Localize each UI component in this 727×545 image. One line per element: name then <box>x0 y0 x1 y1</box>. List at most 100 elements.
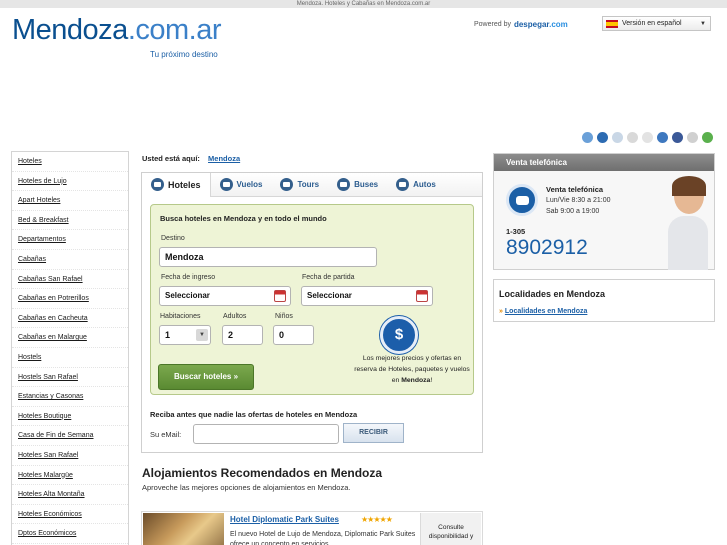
tab-autos[interactable]: Autos <box>387 173 445 197</box>
tab-label: Tours <box>297 180 320 189</box>
email-input[interactable] <box>193 424 339 444</box>
language-value: Versión en español <box>622 20 682 27</box>
rooms-label: Habitaciones <box>160 313 201 320</box>
calendar-icon[interactable] <box>416 290 428 302</box>
reddit-icon[interactable] <box>612 132 623 143</box>
checkin-value: Seleccionar <box>165 291 210 300</box>
sidebar-item-estancias[interactable]: Estancias y Casonas <box>12 387 128 407</box>
sidebar-item-hoteles[interactable]: Hoteles <box>12 152 128 172</box>
sidebar-item-cabanas[interactable]: Cabañas <box>12 250 128 270</box>
checkout-label: Fecha de partida <box>302 274 355 281</box>
sidebar-item-hostels[interactable]: Hostels <box>12 348 128 368</box>
yahoo-icon[interactable] <box>642 132 653 143</box>
car-icon <box>396 178 410 191</box>
phone-sales-header: Venta telefónica <box>494 154 714 171</box>
sidebar-item-cabanas-san-rafael[interactable]: Cabañas San Rafael <box>12 270 128 290</box>
hotel-photo[interactable] <box>143 513 224 545</box>
bus-icon <box>337 178 351 191</box>
bullet-icon: » <box>499 308 503 315</box>
luggage-icon <box>280 178 294 191</box>
promo-text: Los mejores precios y ofertas en reserva… <box>351 353 473 386</box>
technorati-icon[interactable] <box>657 132 668 143</box>
delicious-icon[interactable] <box>582 132 593 143</box>
tab-label: Hoteles <box>168 179 201 190</box>
stumbleupon-icon[interactable] <box>627 132 638 143</box>
window-title: Mendoza. Hoteles y Cabañas en Mendoza.co… <box>296 1 431 7</box>
facebook-icon[interactable] <box>672 132 683 143</box>
sidebar-item-hoteles-boutique[interactable]: Hoteles Boutique <box>12 407 128 427</box>
phone-prefix: 1-305 <box>506 227 526 236</box>
bed-icon <box>151 178 164 191</box>
checkin-label: Fecha de ingreso <box>161 274 216 281</box>
despegar-logo: despegar.com <box>514 20 568 29</box>
tab-hoteles[interactable]: Hoteles <box>142 172 211 197</box>
checkin-field[interactable]: Seleccionar <box>159 286 291 306</box>
plane-icon <box>219 178 233 191</box>
tab-buses[interactable]: Buses <box>328 173 387 197</box>
checkout-value: Seleccionar <box>307 291 352 300</box>
hotel-stars: ★★★★★ <box>361 515 393 524</box>
promo-end: ! <box>430 377 433 384</box>
phone-number: 8902912 <box>506 236 588 259</box>
sidebar-item-hostels-san-rafael[interactable]: Hostels San Rafael <box>12 368 128 388</box>
phone-sales-box: Venta telefónica Venta telefónica Lun/Vi… <box>493 153 715 270</box>
tab-vuelos[interactable]: Vuelos <box>211 173 272 197</box>
tab-tours[interactable]: Tours <box>271 173 328 197</box>
search-hotels-button[interactable]: Buscar hoteles » <box>158 364 254 390</box>
destino-input[interactable]: Mendoza <box>159 247 377 267</box>
despegar-com: .com <box>549 20 568 29</box>
sidebar-item-apart-hoteles[interactable]: Apart Hoteles <box>12 191 128 211</box>
chevron-down-icon: ▼ <box>196 329 208 341</box>
twitter-icon[interactable] <box>702 132 713 143</box>
logo-main: Mendoza <box>12 14 128 46</box>
children-input[interactable]: 0 <box>273 325 314 345</box>
adults-input[interactable]: 2 <box>222 325 263 345</box>
site-logo[interactable]: Mendoza.com.ar <box>12 14 222 47</box>
sidebar-item-hoteles-alta-montana[interactable]: Hoteles Alta Montaña <box>12 485 128 505</box>
sidebar-item-dptos-economicos[interactable]: Dptos Económicos <box>12 524 128 544</box>
tab-label: Vuelos <box>236 180 263 189</box>
sidebar-item-bed-breakfast[interactable]: Bed & Breakfast <box>12 211 128 231</box>
search-widget: Hoteles Vuelos Tours Buses Autos Busca h… <box>141 172 483 453</box>
language-select[interactable]: Versión en español ▼ <box>602 16 711 31</box>
recommended-title: Alojamientos Recomendados en Mendoza <box>142 466 383 480</box>
phone-hours-weekday: Lun/Vie 8:30 a 21:00 <box>546 197 611 204</box>
spain-flag-icon <box>606 19 618 28</box>
sidebar-item-hoteles-san-rafael[interactable]: Hoteles San Rafael <box>12 446 128 466</box>
breadcrumb-prefix: Usted está aquí: <box>142 154 200 163</box>
chevron-down-icon: ▼ <box>700 20 706 27</box>
rooms-select[interactable]: 1 ▼ <box>159 325 211 345</box>
sidebar-item-casa-fin-semana[interactable]: Casa de Fin de Semana <box>12 426 128 446</box>
social-bookmarks <box>582 132 713 143</box>
calendar-icon[interactable] <box>274 290 286 302</box>
digg-icon[interactable] <box>597 132 608 143</box>
sidebar-item-cabanas-malargue[interactable]: Cabañas en Malargue <box>12 328 128 348</box>
call-center-agent-image <box>668 176 708 270</box>
sidebar-item-cabanas-cacheuta[interactable]: Cabañas en Cacheuta <box>12 309 128 329</box>
hotel-card: Hotel Diplomatic Park Suites ★★★★★ El nu… <box>141 511 483 545</box>
powered-by-label: Powered by <box>474 21 511 28</box>
sidebar-item-hoteles-lujo[interactable]: Hoteles de Lujo <box>12 172 128 192</box>
hotel-availability-button[interactable]: Consulte disponibilidad y <box>420 513 481 545</box>
recommended-subtitle: Aproveche las mejores opciones de alojam… <box>142 483 351 492</box>
localidades-item: » Localidades en Mendoza <box>499 308 587 315</box>
sidebar-item-hoteles-economicos[interactable]: Hoteles Económicos <box>12 505 128 525</box>
email-label: Su eMail: <box>150 430 182 439</box>
newsletter-title: Reciba antes que nadie las ofertas de ho… <box>150 410 358 419</box>
sidebar-item-cabanas-potrerillos[interactable]: Cabañas en Potrerillos <box>12 289 128 309</box>
hotel-name-link[interactable]: Hotel Diplomatic Park Suites <box>230 515 339 524</box>
search-form-title: Busca hoteles en Mendoza y en todo el mu… <box>160 214 327 223</box>
google-icon[interactable] <box>687 132 698 143</box>
localidades-link[interactable]: Localidades en Mendoza <box>505 308 587 315</box>
site-tagline: Tu próximo destino <box>150 50 218 59</box>
breadcrumb: Usted está aquí: Mendoza <box>142 154 240 163</box>
breadcrumb-current[interactable]: Mendoza <box>208 154 240 163</box>
sidebar-item-hoteles-malargue[interactable]: Hoteles Malargüe <box>12 466 128 486</box>
tab-label: Buses <box>354 180 379 189</box>
window-title-bar: Mendoza. Hoteles y Cabañas en Mendoza.co… <box>0 0 727 8</box>
powered-by[interactable]: Powered by despegar.com <box>474 20 568 29</box>
checkout-field[interactable]: Seleccionar <box>301 286 433 306</box>
sidebar-item-departamentos[interactable]: Departamentos <box>12 230 128 250</box>
newsletter-submit-button[interactable]: RECIBIR <box>343 423 404 443</box>
category-sidebar: Hoteles Hoteles de Lujo Apart Hoteles Be… <box>11 151 129 545</box>
